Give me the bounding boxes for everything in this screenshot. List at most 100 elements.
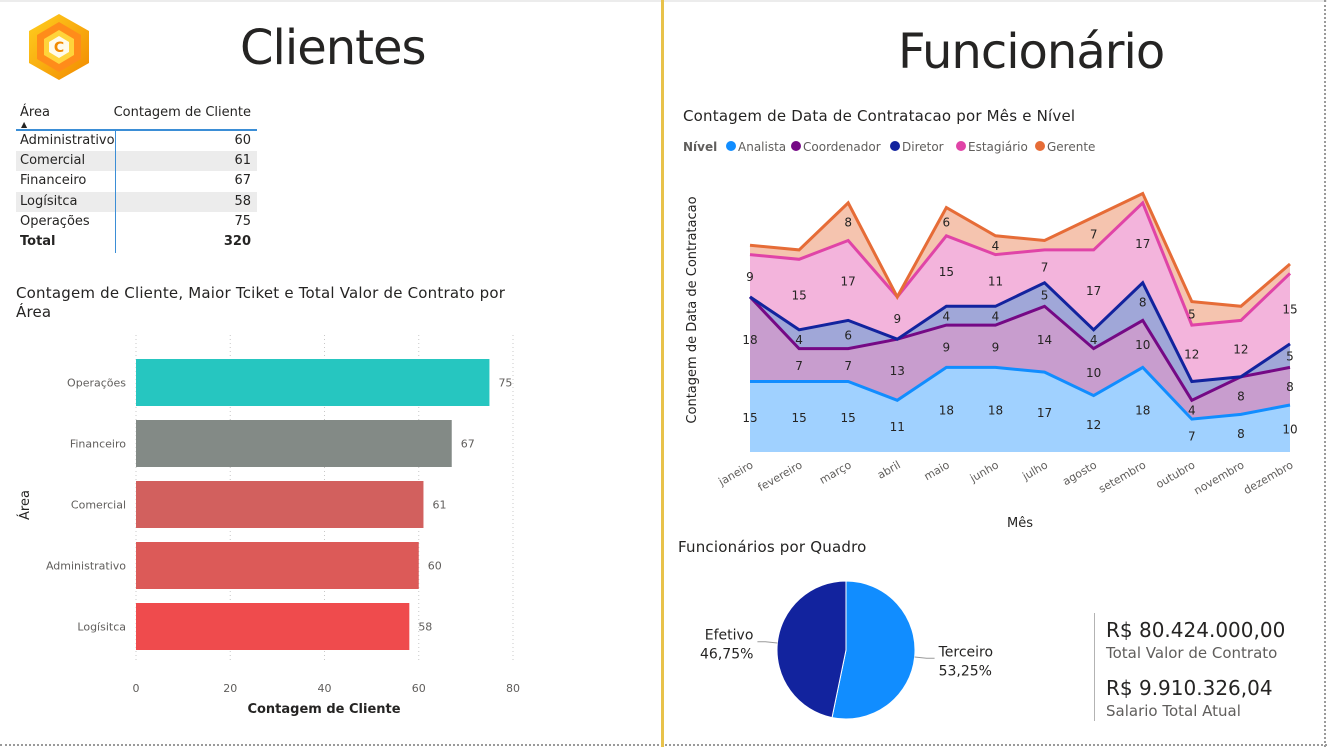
total-value: 320	[223, 233, 251, 249]
page-title-funcionario: Funcionário	[898, 24, 1165, 80]
x-tick-label: 20	[223, 682, 237, 695]
data-label: 7	[844, 359, 852, 373]
x-tick-label: julho	[1019, 458, 1050, 483]
x-tick-label: setembro	[1096, 458, 1148, 496]
x-tick-label: 40	[318, 682, 332, 695]
x-tick-label: 0	[133, 682, 140, 695]
data-label: 4	[992, 239, 1000, 253]
x-tick-label: agosto	[1060, 458, 1099, 488]
table-row: Operações 75	[16, 212, 257, 232]
y-axis-title: Contagem de Data de Contratacao	[685, 196, 700, 423]
data-label: 14	[1037, 333, 1052, 347]
bar-value-label: 75	[498, 377, 512, 390]
column-header-count[interactable]: Contagem de Cliente	[114, 105, 251, 120]
kpi-total-contract-value: R$ 80.424.000,00	[1106, 618, 1286, 642]
bar-chart-title-line-2: Área	[16, 303, 52, 321]
bar-logísitca	[136, 603, 410, 650]
data-label: 15	[939, 265, 954, 279]
svg-text:C: C	[54, 40, 64, 56]
data-label: 17	[1037, 406, 1052, 420]
cell-count: 58	[234, 193, 251, 209]
area-chart: Nível Analista Coordenador Diretor Estagiári…	[683, 140, 1298, 531]
pie-label-percent: 46,75%	[700, 647, 753, 663]
cell-area: Logísitca	[20, 193, 78, 209]
cell-area: Administrativo	[20, 133, 115, 148]
section-divider	[661, 0, 664, 747]
y-category-label: Operações	[67, 377, 126, 390]
x-tick-label: junho	[967, 458, 1001, 485]
data-label: 7	[1090, 227, 1098, 241]
column-divider	[115, 131, 116, 253]
cell-count: 67	[234, 173, 251, 189]
legend-title: Nível	[683, 140, 717, 154]
clients-table: Área ▲ Contagem de Cliente Administrativ…	[16, 100, 257, 253]
area-chart-title: Contagem de Data de Contratacao por Mês …	[683, 107, 1076, 125]
data-label: 15	[1282, 303, 1297, 317]
data-label: 8	[844, 216, 852, 230]
data-label: 4	[943, 310, 951, 324]
total-label: Total	[20, 233, 56, 249]
data-label: 4	[1090, 333, 1098, 347]
data-label: 10	[1086, 366, 1101, 380]
x-tick-label: abril	[875, 458, 903, 481]
data-label: 9	[992, 340, 1000, 354]
legend-label-diretor: Diretor	[902, 140, 944, 154]
cell-count: 60	[234, 133, 251, 148]
x-tick-label: novembro	[1192, 458, 1247, 497]
bar-value-label: 61	[432, 499, 446, 512]
data-label: 13	[890, 364, 905, 378]
bar-value-label: 67	[461, 438, 475, 451]
cell-area: Operações	[20, 213, 90, 229]
legend-marker-estagiário	[956, 141, 966, 151]
legend-marker-coordenador	[791, 141, 801, 151]
pie-leader-line	[757, 641, 778, 644]
legend-marker-analista	[726, 141, 736, 151]
table-row: Comercial 61	[16, 151, 257, 172]
y-axis-title: Área	[17, 490, 33, 520]
pie-slice-efetivo	[776, 580, 847, 719]
legend-label-analista: Analista	[738, 140, 786, 154]
bar-chart-title-line-1: Contagem de Cliente, Maior Tciket e Tota…	[16, 284, 506, 302]
legend-marker-diretor	[890, 141, 900, 151]
data-label: 11	[890, 420, 905, 434]
x-tick-label: dezembro	[1241, 458, 1295, 497]
data-label: 15	[841, 411, 856, 425]
data-label: 4	[992, 310, 1000, 324]
data-label: 10	[1135, 338, 1150, 352]
x-tick-label: março	[817, 458, 854, 487]
kpi-total-contract-label: Total Valor de Contrato	[1106, 644, 1278, 662]
legend-label-gerente: Gerente	[1047, 140, 1095, 154]
company-logo: C	[26, 12, 92, 82]
data-label: 9	[943, 340, 951, 354]
sort-ascending-icon[interactable]: ▲	[21, 120, 27, 129]
pie-label-name: Terceiro	[938, 644, 993, 660]
data-label: 7	[795, 359, 803, 373]
kpi-salary-label: Salario Total Atual	[1106, 702, 1241, 720]
data-label: 7	[1041, 260, 1049, 274]
bar-chart: 0 20 40 60 80 Operações 75 Financeiro 67 Comercia…	[17, 335, 520, 717]
bar-chart-title: Contagem de Cliente, Maior Tciket e Tota…	[16, 284, 536, 322]
data-label: 7	[1188, 430, 1196, 444]
cell-area: Comercial	[20, 153, 86, 169]
page-title-clientes: Clientes	[240, 20, 426, 76]
page-right-border	[1324, 0, 1326, 747]
data-label: 5	[1188, 307, 1196, 321]
data-label: 8	[1237, 427, 1245, 441]
data-label: 18	[742, 333, 757, 347]
table-total-row: Total 320	[16, 232, 257, 252]
data-label: 17	[1135, 237, 1150, 251]
pie-chart: Terceiro 53,25% Efetivo 46,75%	[700, 580, 993, 720]
table-row: Administrativo 60	[16, 131, 257, 151]
column-header-area[interactable]: Área	[20, 105, 50, 120]
x-tick-label: 60	[412, 682, 426, 695]
y-category-label: Logísitca	[77, 621, 126, 634]
bar-value-label: 60	[428, 560, 442, 573]
data-label: 12	[1233, 343, 1248, 357]
data-label: 6	[844, 329, 852, 343]
bar-financeiro	[136, 420, 452, 467]
data-label: 15	[791, 411, 806, 425]
data-label: 18	[988, 404, 1003, 418]
legend-marker-gerente	[1035, 141, 1045, 151]
data-label: 5	[1041, 289, 1049, 303]
data-label: 9	[746, 270, 754, 284]
